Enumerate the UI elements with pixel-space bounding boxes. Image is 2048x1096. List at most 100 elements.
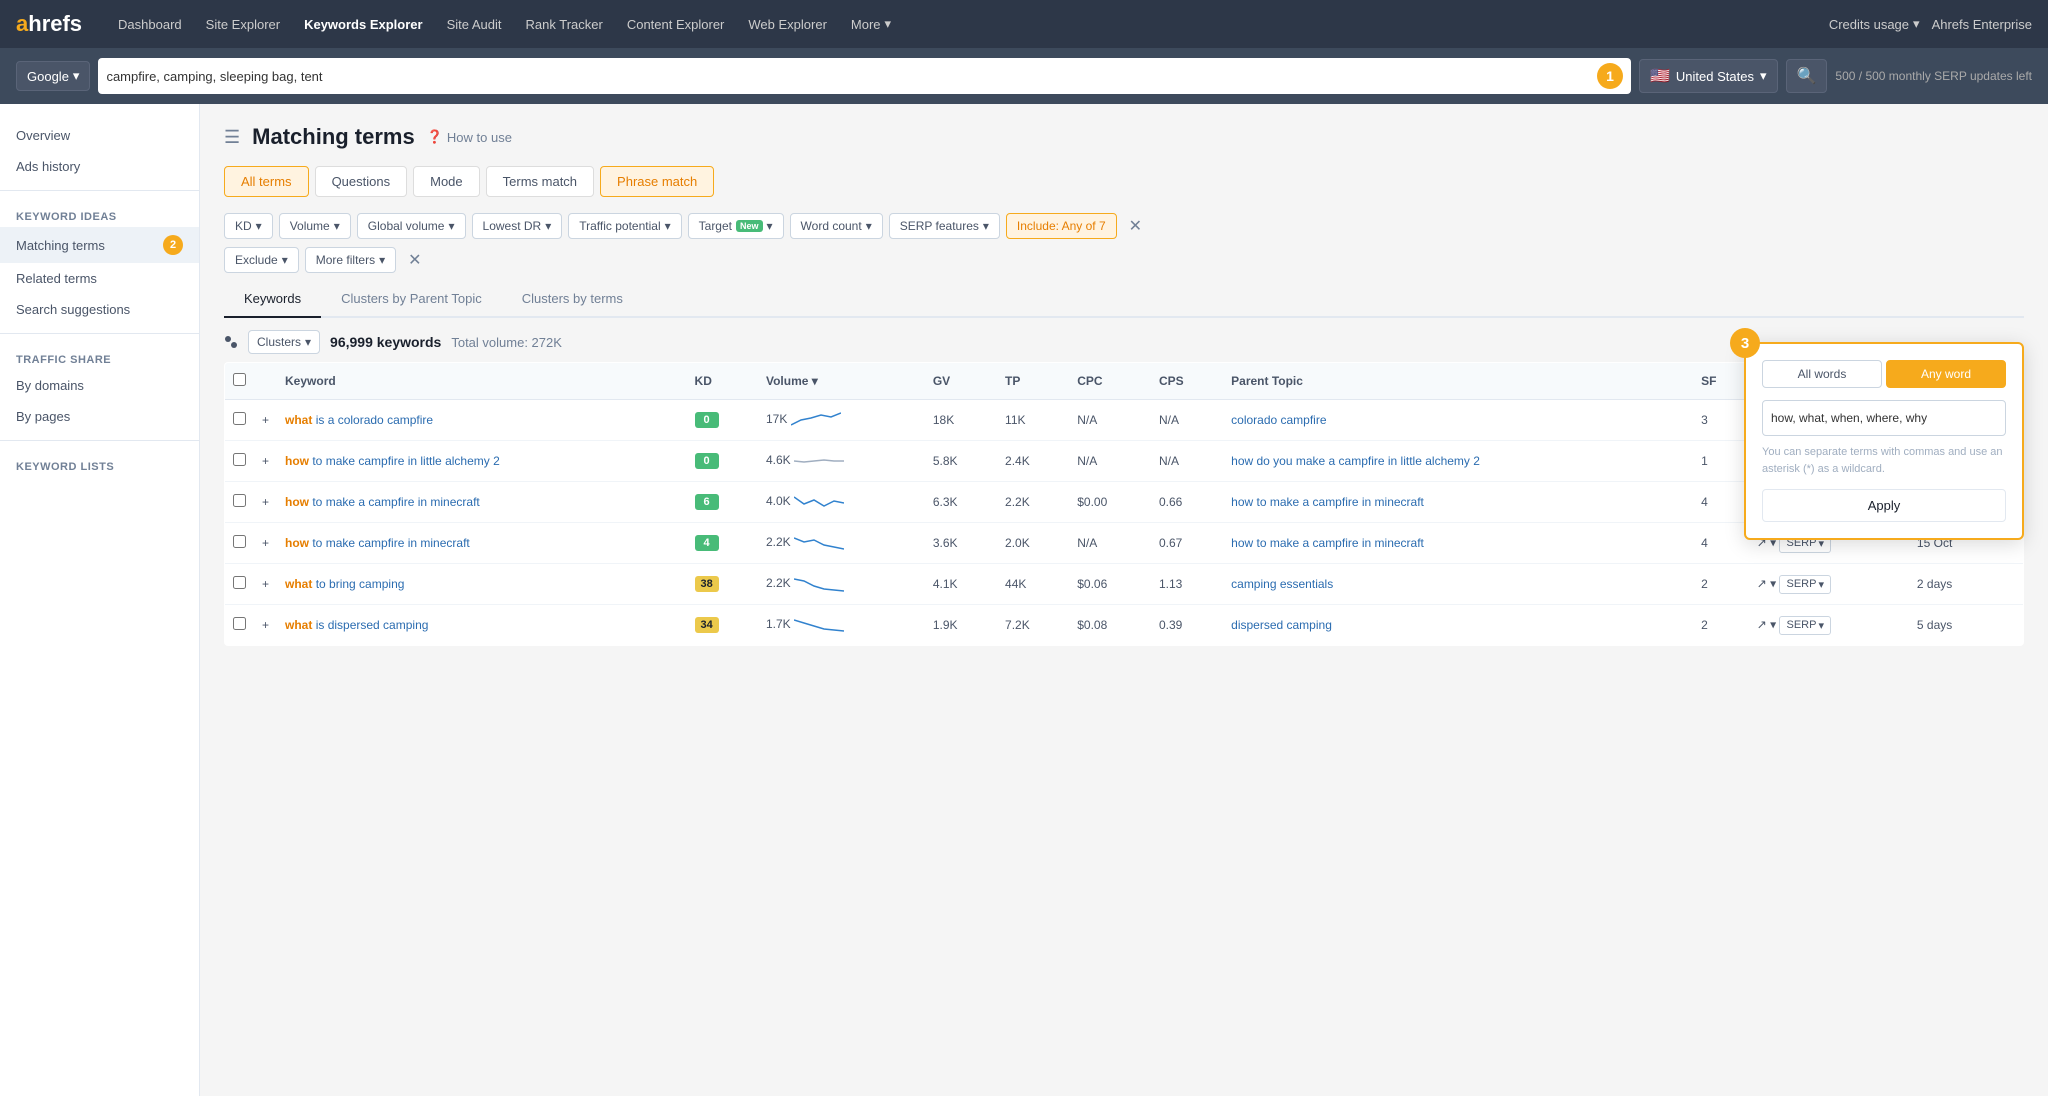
row-serp-cell[interactable]: ↗ ▾ SERP ▾ [1749, 605, 1909, 646]
nav-web-explorer[interactable]: Web Explorer [736, 0, 839, 48]
serp-dropdown[interactable]: SERP ▾ [1779, 575, 1831, 594]
filter-kd[interactable]: KD ▾ [224, 213, 273, 239]
table-tab-clusters-terms[interactable]: Clusters by terms [502, 281, 643, 316]
row-checkbox-cell[interactable] [225, 564, 255, 605]
keyword-link[interactable]: how to make campfire in minecraft [285, 536, 470, 550]
popup-toggle-all-words[interactable]: All words [1762, 360, 1882, 388]
sidebar-item-overview[interactable]: Overview [0, 120, 199, 151]
row-checkbox-cell[interactable] [225, 482, 255, 523]
parent-topic-link[interactable]: how to make a campfire in minecraft [1231, 536, 1424, 550]
nav-keywords-explorer[interactable]: Keywords Explorer [292, 0, 435, 48]
tab-terms-match[interactable]: Terms match [486, 166, 594, 197]
table-tab-clusters-parent[interactable]: Clusters by Parent Topic [321, 281, 502, 316]
row-volume-cell: 2.2K [758, 564, 925, 605]
sidebar-item-related-terms[interactable]: Related terms [0, 263, 199, 294]
search-input[interactable] [106, 69, 1589, 84]
filter-more-filters[interactable]: More filters ▾ [305, 247, 396, 273]
th-sf[interactable]: SF [1693, 363, 1749, 400]
th-cpc[interactable]: CPC [1069, 363, 1151, 400]
popup-toggle-any-word[interactable]: Any word [1886, 360, 2006, 388]
th-parent-topic[interactable]: Parent Topic [1223, 363, 1693, 400]
row-parent-topic-cell: how to make a campfire in minecraft [1223, 523, 1693, 564]
row-checkbox[interactable] [233, 494, 246, 507]
row-checkbox-cell[interactable] [225, 605, 255, 646]
hamburger-icon[interactable]: ☰ [224, 127, 240, 148]
row-serp-cell[interactable]: ↗ ▾ SERP ▾ [1749, 564, 1909, 605]
clear-include-filter[interactable]: ✕ [1123, 214, 1148, 238]
sidebar-item-ads-history[interactable]: Ads history [0, 151, 199, 182]
filter-traffic-potential[interactable]: Traffic potential ▾ [568, 213, 681, 239]
serp-dropdown[interactable]: SERP ▾ [1779, 616, 1831, 635]
search-button[interactable]: 🔍 [1786, 59, 1828, 93]
row-add-cell[interactable]: + [254, 441, 277, 482]
row-checkbox-cell[interactable] [225, 523, 255, 564]
nav-more[interactable]: More ▾ [839, 0, 903, 48]
sidebar-item-matching-terms[interactable]: Matching terms 2 [0, 227, 199, 263]
parent-topic-link[interactable]: dispersed camping [1231, 618, 1332, 632]
parent-topic-link[interactable]: colorado campfire [1231, 413, 1326, 427]
row-add-cell[interactable]: + [254, 605, 277, 646]
how-to-use-link[interactable]: ❓ How to use [427, 129, 512, 145]
select-all-checkbox[interactable] [233, 373, 246, 386]
filter-global-volume[interactable]: Global volume ▾ [357, 213, 466, 239]
tab-questions[interactable]: Questions [315, 166, 408, 197]
logo-rest: hrefs [28, 11, 82, 36]
clear-all-filters[interactable]: ✕ [402, 248, 427, 272]
filter-word-count[interactable]: Word count ▾ [790, 213, 883, 239]
nav-site-explorer[interactable]: Site Explorer [194, 0, 292, 48]
nav-dashboard[interactable]: Dashboard [106, 0, 194, 48]
filter-exclude[interactable]: Exclude ▾ [224, 247, 299, 273]
parent-topic-link[interactable]: how to make a campfire in minecraft [1231, 495, 1424, 509]
ahrefs-logo[interactable]: ahrefs [16, 11, 82, 37]
row-checkbox[interactable] [233, 617, 246, 630]
th-select-all[interactable] [225, 363, 255, 400]
filter-include[interactable]: Include: Any of 7 [1006, 213, 1117, 239]
keyword-link[interactable]: what is a colorado campfire [285, 413, 433, 427]
sidebar-item-search-suggestions[interactable]: Search suggestions [0, 294, 199, 325]
nav-content-explorer[interactable]: Content Explorer [615, 0, 737, 48]
sidebar-item-by-domains[interactable]: By domains [0, 370, 199, 401]
th-keyword[interactable]: Keyword [277, 363, 687, 400]
row-volume-cell: 4.6K [758, 441, 925, 482]
row-checkbox[interactable] [233, 535, 246, 548]
row-checkbox-cell[interactable] [225, 400, 255, 441]
row-cpc-cell: $0.06 [1069, 564, 1151, 605]
keyword-link[interactable]: what is dispersed camping [285, 618, 428, 632]
tab-phrase-match[interactable]: Phrase match [600, 166, 714, 197]
filter-lowest-dr[interactable]: Lowest DR ▾ [472, 213, 563, 239]
th-cps[interactable]: CPS [1151, 363, 1223, 400]
row-checkbox-cell[interactable] [225, 441, 255, 482]
row-cpc-cell: N/A [1069, 441, 1151, 482]
nav-credits-usage[interactable]: Credits usage ▾ [1829, 16, 1920, 32]
filter-target[interactable]: Target New ▾ [688, 213, 784, 239]
popup-apply-button[interactable]: Apply [1762, 489, 2006, 522]
nav-rank-tracker[interactable]: Rank Tracker [514, 0, 615, 48]
nav-site-audit[interactable]: Site Audit [435, 0, 514, 48]
tab-mode[interactable]: Mode [413, 166, 480, 197]
sidebar-item-by-pages[interactable]: By pages [0, 401, 199, 432]
tab-all-terms[interactable]: All terms [224, 166, 309, 197]
row-add-cell[interactable]: + [254, 523, 277, 564]
country-selector[interactable]: 🇺🇸 United States ▾ [1639, 59, 1778, 93]
row-add-cell[interactable]: + [254, 400, 277, 441]
keyword-link[interactable]: what to bring camping [285, 577, 404, 591]
parent-topic-link[interactable]: camping essentials [1231, 577, 1333, 591]
filter-serp-features[interactable]: SERP features ▾ [889, 213, 1000, 239]
keyword-link[interactable]: how to make campfire in little alchemy 2 [285, 454, 500, 468]
row-checkbox[interactable] [233, 453, 246, 466]
th-kd[interactable]: KD [687, 363, 758, 400]
row-add-cell[interactable]: + [254, 564, 277, 605]
filter-volume[interactable]: Volume ▾ [279, 213, 351, 239]
th-tp[interactable]: TP [997, 363, 1069, 400]
search-engine-selector[interactable]: Google ▾ [16, 61, 90, 91]
row-add-cell[interactable]: + [254, 482, 277, 523]
clusters-dropdown-btn[interactable]: Clusters ▾ [248, 330, 320, 354]
table-tab-keywords[interactable]: Keywords [224, 281, 321, 318]
th-gv[interactable]: GV [925, 363, 997, 400]
th-volume[interactable]: Volume ▾ [758, 363, 925, 400]
parent-topic-link[interactable]: how do you make a campfire in little alc… [1231, 454, 1480, 468]
keyword-link[interactable]: how to make a campfire in minecraft [285, 495, 480, 509]
popup-terms-input[interactable] [1762, 400, 2006, 436]
row-checkbox[interactable] [233, 412, 246, 425]
row-checkbox[interactable] [233, 576, 246, 589]
